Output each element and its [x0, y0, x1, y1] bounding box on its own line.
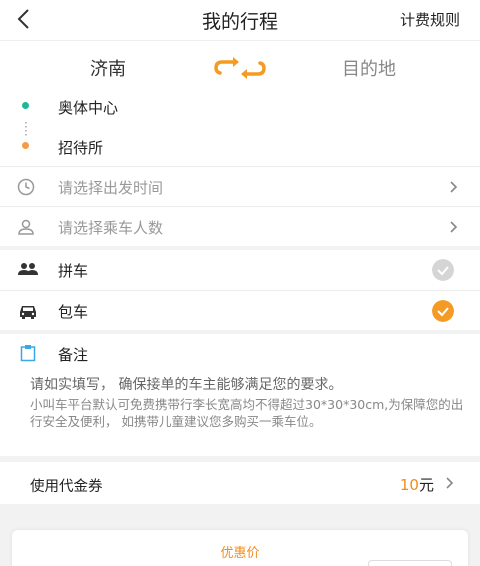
start-location: 奥体中心: [58, 99, 119, 117]
charter-option[interactable]: 包车: [0, 290, 480, 330]
clipboard-icon: [20, 345, 36, 362]
luggage-policy-text: 小叫车平台默认可免费携带行李长宽高均不得超过30*30*30cm,为保障您的出行…: [30, 397, 464, 429]
passenger-count-row[interactable]: 请选择乘车人数: [0, 206, 480, 246]
ride-type-card: 拼车 包车: [0, 250, 480, 330]
discount-price-label: 优惠价: [220, 546, 260, 561]
end-stop[interactable]: 招待所: [0, 128, 480, 166]
chevron-right-icon: [446, 477, 454, 489]
trip-details-card: 奥体中心 招待所 请选择出发时间 请选择乘车人数: [0, 88, 480, 246]
clock-icon: [17, 178, 35, 196]
check-icon[interactable]: [432, 259, 454, 281]
notes-title: 备注: [58, 346, 89, 364]
destination-city[interactable]: 目的地: [342, 55, 396, 81]
charter-label: 包车: [58, 303, 89, 321]
group-icon: [18, 263, 38, 275]
departure-time-row[interactable]: 请选择出发时间: [0, 166, 480, 206]
fare-rules-link[interactable]: 计费规则: [400, 9, 460, 30]
chevron-right-icon: [450, 221, 458, 233]
origin-city[interactable]: 济南: [90, 55, 126, 81]
coupon-row[interactable]: 使用代金券 10元: [0, 462, 480, 504]
start-dot-icon: [22, 102, 29, 109]
notes-card[interactable]: 备注 请如实填写， 确保接单的车主能够满足您的要求。 小叫车平台默认可免费携带行…: [0, 334, 480, 456]
price-summary-panel: 优惠价: [12, 530, 468, 566]
check-icon[interactable]: [432, 300, 454, 322]
end-location: 招待所: [58, 139, 104, 157]
departure-time-placeholder: 请选择出发时间: [58, 179, 164, 197]
route-connector: [25, 122, 27, 136]
chevron-right-icon: [450, 181, 458, 193]
carpool-option[interactable]: 拼车: [0, 250, 480, 290]
swap-route-icon[interactable]: [212, 55, 268, 81]
passenger-count-placeholder: 请选择乘车人数: [58, 219, 164, 237]
route-selector: 济南 目的地: [0, 40, 480, 94]
carpool-label: 拼车: [58, 262, 89, 280]
end-dot-icon: [22, 142, 29, 149]
car-icon: [20, 306, 36, 319]
notes-hint: 请如实填写， 确保接单的车主能够满足您的要求。: [30, 377, 343, 393]
coupon-unit: 元: [418, 476, 434, 494]
coupon-value: 10元: [400, 474, 434, 495]
top-bar: 我的行程 计费规则: [0, 0, 480, 40]
person-icon: [18, 219, 34, 235]
coupon-amount: 10: [399, 476, 419, 494]
submit-button[interactable]: [368, 560, 452, 566]
start-stop[interactable]: 奥体中心: [0, 88, 480, 126]
coupon-label: 使用代金券: [30, 479, 103, 495]
